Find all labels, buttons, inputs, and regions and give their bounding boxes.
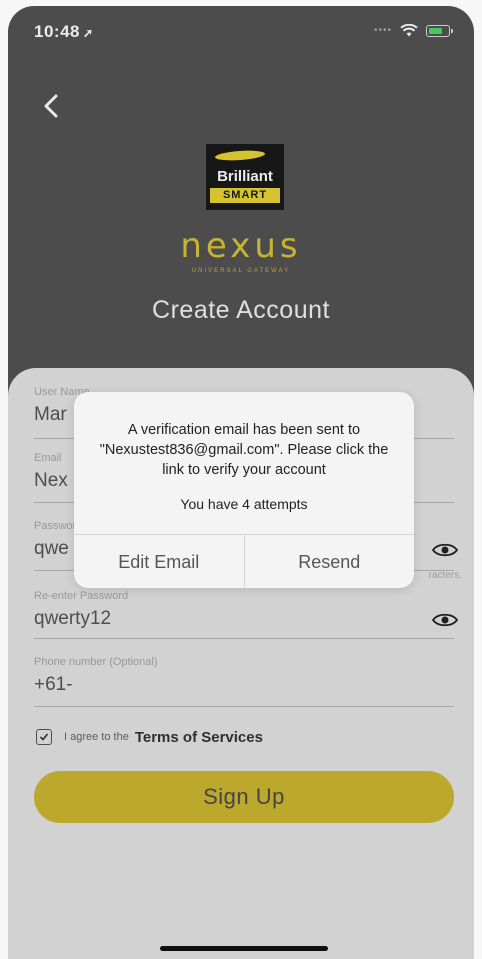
edit-email-button[interactable]: Edit Email (74, 535, 244, 588)
dialog-actions: Edit Email Resend (74, 534, 414, 588)
verification-dialog: A verification email has been sent to "N… (74, 392, 414, 588)
verification-message: A verification email has been sent to "N… (99, 422, 389, 478)
resend-button[interactable]: Resend (243, 535, 415, 588)
phone-screen: 10:48 ➚ •••• Brilliant SMART nexus UNIVER… (8, 6, 474, 959)
attempts-remaining-text: You have 4 attempts (180, 496, 308, 512)
